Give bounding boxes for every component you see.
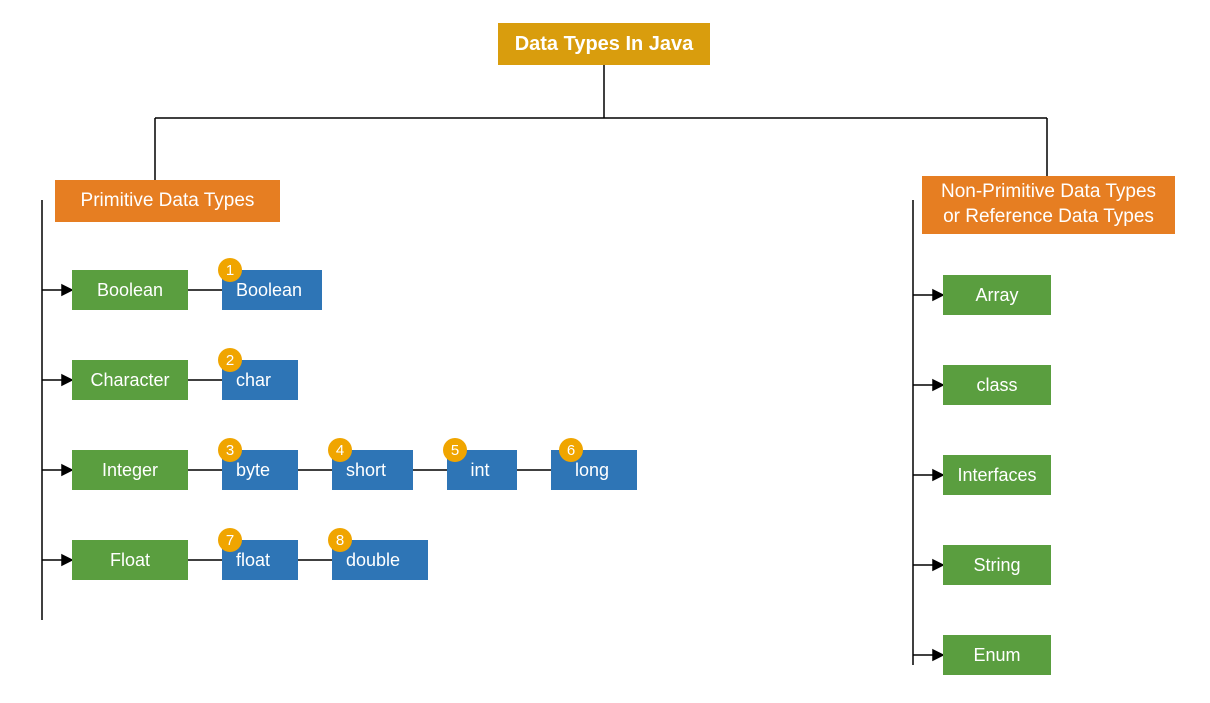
- title: Data Types In Java: [498, 23, 710, 65]
- badge-6: 6: [559, 438, 583, 462]
- badge-8: 8: [328, 528, 352, 552]
- cat-boolean: Boolean: [72, 270, 188, 310]
- cat-character: Character: [72, 360, 188, 400]
- badge-5: 5: [443, 438, 467, 462]
- nonprimitive-header: Non-Primitive Data Types or Reference Da…: [922, 176, 1175, 234]
- np-array: Array: [943, 275, 1051, 315]
- badge-4: 4: [328, 438, 352, 462]
- badge-2: 2: [218, 348, 242, 372]
- np-interfaces: Interfaces: [943, 455, 1051, 495]
- badge-7: 7: [218, 528, 242, 552]
- cat-integer: Integer: [72, 450, 188, 490]
- badge-1: 1: [218, 258, 242, 282]
- cat-float: Float: [72, 540, 188, 580]
- np-enum: Enum: [943, 635, 1051, 675]
- np-class: class: [943, 365, 1051, 405]
- primitive-header: Primitive Data Types: [55, 180, 280, 222]
- connector-lines: [0, 0, 1210, 703]
- badge-3: 3: [218, 438, 242, 462]
- np-string: String: [943, 545, 1051, 585]
